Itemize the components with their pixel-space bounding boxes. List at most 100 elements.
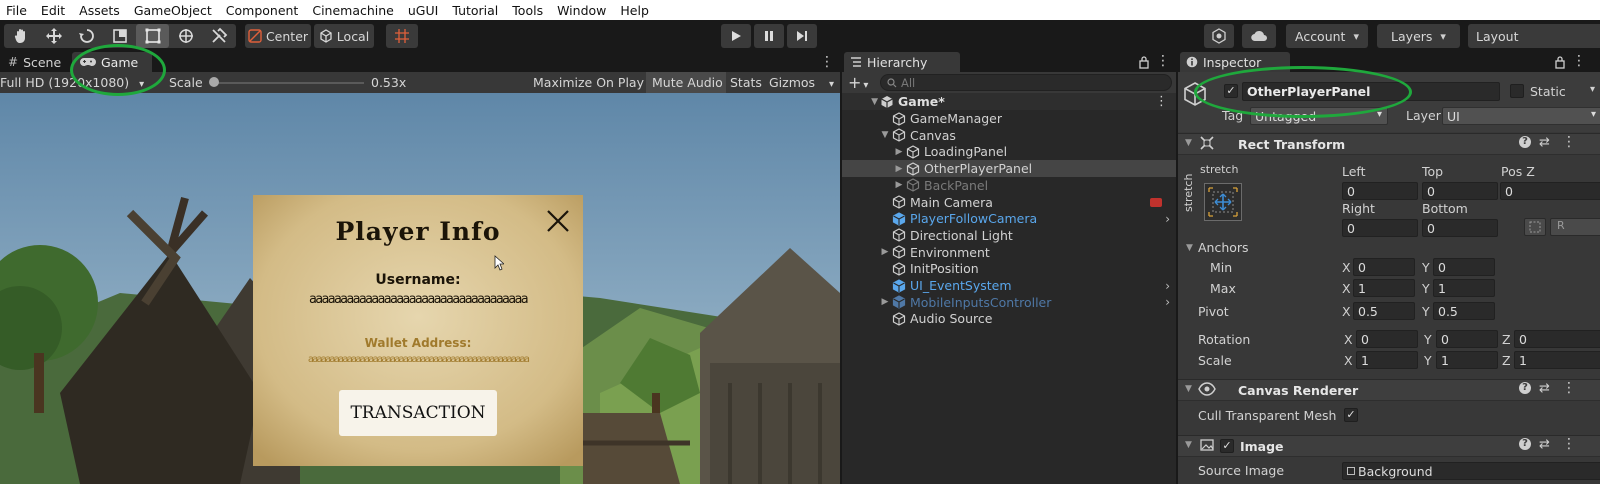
maximize-on-play-toggle[interactable]: Maximize On Play: [533, 75, 644, 90]
scale-x-field[interactable]: 1: [1356, 351, 1418, 369]
anchors-foldout-icon[interactable]: ▼: [1186, 243, 1193, 253]
presets-icon[interactable]: ⇄: [1539, 135, 1550, 150]
menu-component[interactable]: Component: [220, 3, 307, 18]
menu-edit[interactable]: Edit: [35, 3, 73, 18]
game-panel-menu-icon[interactable]: ⋮: [820, 54, 834, 70]
hierarchy-item[interactable]: InitPosition: [842, 260, 1176, 277]
pivot-x-field[interactable]: 0.5: [1353, 302, 1415, 320]
tab-hierarchy[interactable]: Hierarchy: [844, 52, 960, 72]
layers-dropdown[interactable]: Layers: [1377, 24, 1460, 48]
canvas-renderer-foldout-icon[interactable]: ▼: [1185, 384, 1192, 394]
hierarchy-item[interactable]: UI_EventSystem ›: [842, 277, 1176, 294]
prefab-open-chevron-icon[interactable]: ›: [1165, 212, 1170, 226]
mute-audio-toggle[interactable]: Mute Audio: [652, 75, 723, 90]
scene-root-row[interactable]: ▼ Game* ⋮: [842, 93, 1176, 110]
layer-dropdown[interactable]: UI ▾: [1442, 107, 1600, 125]
help-icon[interactable]: ?: [1519, 136, 1531, 148]
menu-gameobject[interactable]: GameObject: [128, 3, 220, 18]
tab-game[interactable]: Game: [72, 52, 152, 72]
raw-edit-button[interactable]: R: [1550, 218, 1600, 236]
scale-z-field[interactable]: 1: [1514, 351, 1600, 369]
hierarchy-item[interactable]: ▶ Environment: [842, 244, 1176, 261]
menu-window[interactable]: Window: [551, 3, 614, 18]
help-icon[interactable]: ?: [1519, 382, 1531, 394]
create-add-icon[interactable]: + ▾: [848, 73, 868, 92]
rect-tool-icon[interactable]: [136, 24, 169, 48]
object-name-field[interactable]: OtherPlayerPanel: [1242, 82, 1500, 101]
account-dropdown[interactable]: Account: [1286, 24, 1368, 48]
menu-file[interactable]: File: [0, 3, 35, 18]
custom-tool-icon[interactable]: [202, 24, 235, 48]
rotation-y-field[interactable]: 0: [1436, 330, 1498, 348]
left-field[interactable]: 0: [1342, 182, 1418, 200]
right-field[interactable]: 0: [1342, 219, 1418, 237]
source-image-field[interactable]: Background: [1342, 462, 1600, 480]
rotate-tool-icon[interactable]: [70, 24, 103, 48]
expand-arrow-icon[interactable]: ▶: [880, 297, 890, 307]
hierarchy-item[interactable]: ▶ OtherPlayerPanel: [842, 160, 1176, 178]
hierarchy-menu-icon[interactable]: ⋮: [1156, 53, 1170, 69]
help-icon[interactable]: ?: [1519, 438, 1531, 450]
expand-arrow-icon[interactable]: ▼: [842, 97, 878, 107]
transform-tool-icon[interactable]: [169, 24, 202, 48]
tag-dropdown[interactable]: Untagged ▾: [1250, 107, 1388, 125]
hierarchy-item[interactable]: ▼ Canvas: [842, 127, 1176, 144]
resolution-dropdown[interactable]: Full HD (1920x1080) ▾: [0, 75, 150, 90]
gizmos-toggle[interactable]: Gizmos ▾: [769, 75, 834, 90]
menu-tools[interactable]: Tools: [506, 3, 551, 18]
scale-y-field[interactable]: 1: [1436, 351, 1498, 369]
prefab-open-chevron-icon[interactable]: ›: [1165, 295, 1170, 309]
anchor-min-x-field[interactable]: 0: [1353, 258, 1415, 276]
hierarchy-item[interactable]: PlayerFollowCamera ›: [842, 210, 1176, 227]
menu-tutorial[interactable]: Tutorial: [446, 3, 506, 18]
anchor-max-x-field[interactable]: 1: [1353, 279, 1415, 297]
stats-toggle[interactable]: Stats: [730, 75, 762, 90]
menu-assets[interactable]: Assets: [73, 3, 128, 18]
rotation-x-field[interactable]: 0: [1356, 330, 1418, 348]
layout-dropdown[interactable]: Layout: [1468, 24, 1600, 48]
expand-arrow-icon[interactable]: ▶: [880, 247, 890, 257]
component-menu-icon[interactable]: ⋮: [1562, 436, 1576, 452]
lock-icon[interactable]: [1138, 55, 1150, 69]
posz-field[interactable]: 0: [1500, 182, 1600, 200]
anchor-min-y-field[interactable]: 0: [1433, 258, 1495, 276]
pivot-y-field[interactable]: 0.5: [1433, 302, 1495, 320]
hierarchy-item[interactable]: GameManager: [842, 110, 1176, 127]
static-checkbox[interactable]: [1510, 84, 1524, 98]
expand-arrow-icon[interactable]: ▶: [894, 180, 904, 190]
cull-transparent-mesh-checkbox[interactable]: ✓: [1344, 408, 1358, 422]
blueprint-mode-button[interactable]: [1524, 218, 1546, 236]
scene-menu-icon[interactable]: ⋮: [1155, 94, 1168, 109]
expand-arrow-icon[interactable]: ▶: [894, 164, 904, 174]
bottom-field[interactable]: 0: [1422, 219, 1498, 237]
rect-transform-foldout-icon[interactable]: ▼: [1185, 138, 1192, 148]
rotation-z-field[interactable]: 0: [1514, 330, 1600, 348]
menu-cinemachine[interactable]: Cinemachine: [306, 3, 402, 18]
anchor-presets-button[interactable]: [1204, 183, 1242, 221]
tab-scene[interactable]: # Scene: [0, 52, 69, 72]
presets-icon[interactable]: ⇄: [1539, 437, 1550, 452]
presets-icon[interactable]: ⇄: [1539, 381, 1550, 396]
anchor-max-y-field[interactable]: 1: [1433, 279, 1495, 297]
active-checkbox[interactable]: ✓: [1224, 84, 1238, 98]
step-button[interactable]: [787, 24, 817, 48]
expand-arrow-icon[interactable]: ▼: [880, 130, 890, 140]
component-menu-icon[interactable]: ⋮: [1562, 380, 1576, 396]
move-tool-icon[interactable]: [37, 24, 70, 48]
tab-inspector[interactable]: Inspector: [1180, 52, 1290, 72]
hierarchy-item[interactable]: Directional Light: [842, 227, 1176, 244]
top-field[interactable]: 0: [1422, 182, 1498, 200]
space-local-button[interactable]: Local: [314, 24, 374, 48]
menu-ugui[interactable]: uGUI: [402, 3, 446, 18]
scale-tool-icon[interactable]: [103, 24, 136, 48]
hand-tool-icon[interactable]: [4, 24, 37, 48]
hierarchy-item[interactable]: ▶ BackPanel: [842, 177, 1176, 194]
prefab-open-chevron-icon[interactable]: ›: [1165, 279, 1170, 293]
component-menu-icon[interactable]: ⋮: [1562, 134, 1576, 150]
scale-slider-track[interactable]: [212, 82, 364, 84]
pivot-center-button[interactable]: Center: [245, 24, 311, 48]
grid-snap-icon[interactable]: [386, 24, 418, 48]
cloud-icon[interactable]: [1242, 24, 1276, 48]
image-enabled-checkbox[interactable]: ✓: [1220, 439, 1234, 453]
hierarchy-item[interactable]: Audio Source: [842, 310, 1176, 327]
